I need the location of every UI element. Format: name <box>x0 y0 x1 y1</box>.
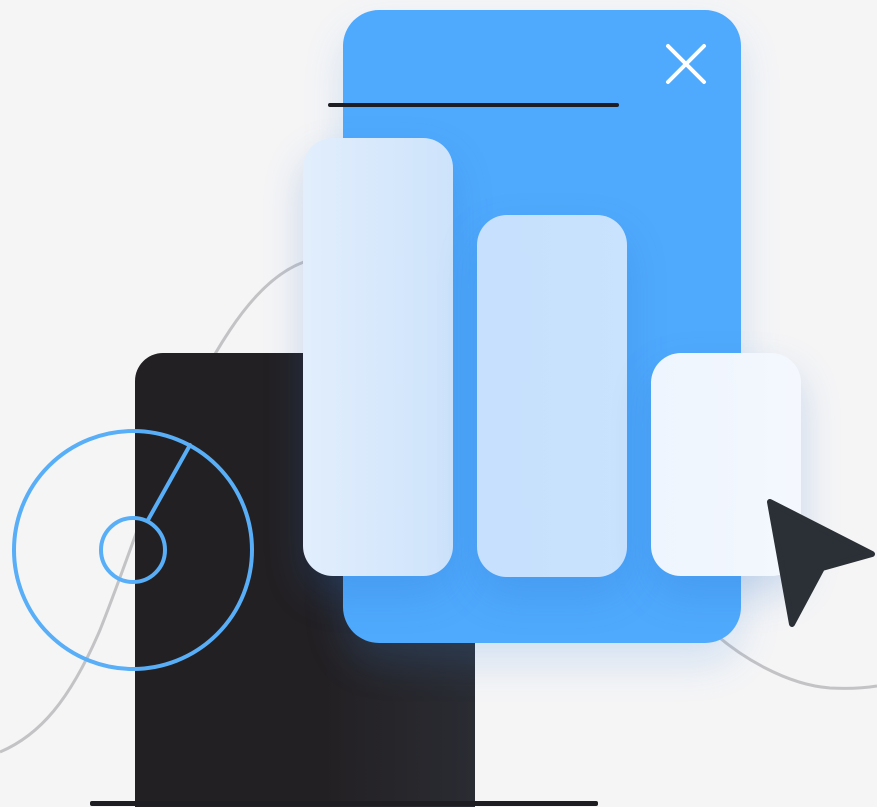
cursor-arrow-icon <box>767 499 875 627</box>
illustration-canvas <box>0 0 877 807</box>
close-icon <box>666 44 706 84</box>
baseline <box>90 801 598 806</box>
chart-bar-2 <box>477 215 627 577</box>
panel-title-line <box>328 103 619 107</box>
close-button[interactable] <box>660 38 712 90</box>
chart-bar-1 <box>303 138 453 576</box>
